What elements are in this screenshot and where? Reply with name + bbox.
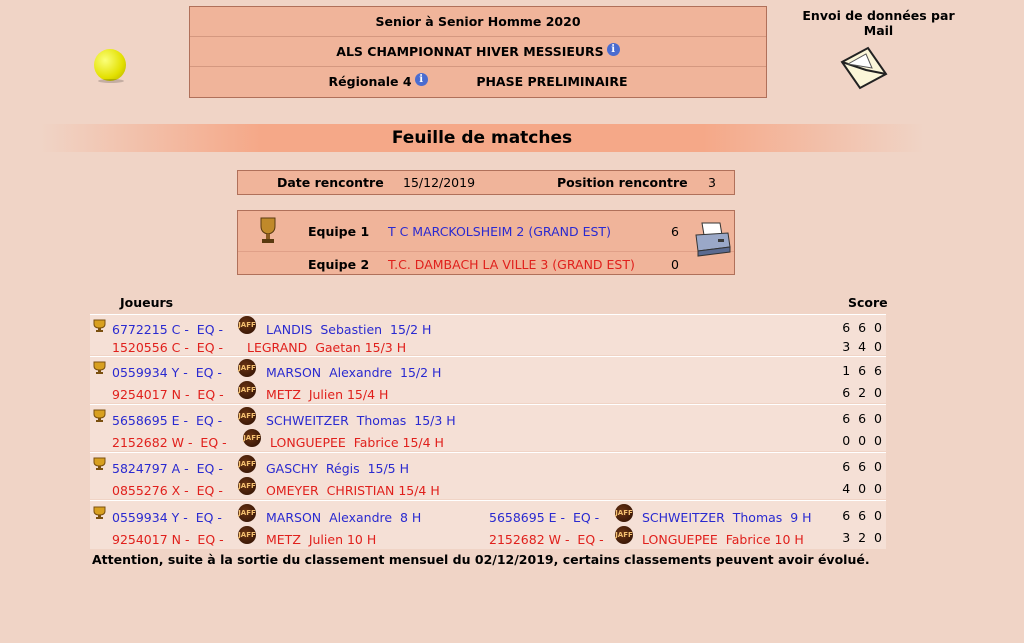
trophy-icon (260, 217, 276, 243)
score-header: Score (848, 295, 888, 310)
winner-license: 5658695 E - EQ - (112, 413, 223, 428)
winner-score: 6 6 0 (842, 508, 884, 523)
trophy-icon (93, 319, 106, 332)
printer-icon[interactable] (694, 221, 732, 257)
category-line: Senior à Senior Homme 2020 (190, 7, 766, 37)
match-row: 5824797 A - EQ - JAFF GASCHY Régis 15/5 … (90, 452, 886, 499)
position-value: 3 (708, 175, 716, 190)
team1-name[interactable]: T C MARCKOLSHEIM 2 (GRAND EST) (388, 224, 611, 239)
loser-license: 9254017 N - EQ - (112, 532, 224, 547)
loser-license: 1520556 C - EQ - (112, 340, 224, 355)
winner-partner-name[interactable]: SCHWEITZER Thomas 9 H (642, 510, 812, 525)
jaff-logo-icon: JAFF (615, 526, 633, 544)
date-value: 15/12/2019 (403, 175, 476, 190)
winner-name[interactable]: MARSON Alexandre 15/2 H (266, 365, 441, 380)
loser-name[interactable]: METZ Julien 10 H (266, 532, 376, 547)
jaff-logo-icon: JAFF (243, 429, 261, 447)
winner-name[interactable]: GASCHY Régis 15/5 H (266, 461, 409, 476)
loser-name[interactable]: METZ Julien 15/4 H (266, 387, 388, 402)
trophy-icon (93, 409, 106, 422)
ranking-warning: Attention, suite à la sortie du classeme… (92, 552, 870, 567)
winner-partner-license: 5658695 E - EQ - (489, 510, 600, 525)
jaff-logo-icon: JAFF (615, 504, 633, 522)
jaff-logo-icon: JAFF (238, 381, 256, 399)
page-title: Feuille de matches (391, 128, 573, 148)
winner-license: 6772215 C - EQ - (112, 322, 224, 337)
divider (238, 251, 734, 252)
jaff-logo-icon: JAFF (238, 477, 256, 495)
loser-partner-license: 2152682 W - EQ - (489, 532, 604, 547)
winner-score: 6 6 0 (842, 320, 884, 335)
position-label: Position rencontre (557, 175, 688, 190)
match-row: 6772215 C - EQ - JAFF LANDIS Sebastien 1… (90, 314, 886, 355)
match-row: 0559934 Y - EQ - JAFF MARSON Alexandre 8… (90, 500, 886, 549)
championship-line: ALS CHAMPIONNAT HIVER MESSIEURS i (190, 37, 766, 67)
team2-score: 0 (671, 257, 679, 272)
phase-name: PHASE PRELIMINAIRE (476, 74, 628, 89)
loser-score: 4 0 0 (842, 481, 884, 496)
trophy-icon (93, 361, 106, 374)
winner-license: 0559934 Y - EQ - (112, 365, 222, 380)
division-line: Régionale 4i PHASE PRELIMINAIRE (190, 67, 766, 96)
winner-score: 6 6 0 (842, 411, 884, 426)
teams-box: Equipe 1 T C MARCKOLSHEIM 2 (GRAND EST) … (237, 210, 735, 275)
info-icon[interactable]: i (414, 73, 428, 86)
loser-score: 3 2 0 (842, 530, 884, 545)
tennis-ball-icon (94, 49, 126, 83)
jaff-logo-icon: JAFF (238, 526, 256, 544)
meeting-info: Date rencontre 15/12/2019 Position renco… (237, 170, 735, 195)
mail-label: Envoi de données par Mail (802, 8, 955, 38)
winner-license: 5824797 A - EQ - (112, 461, 223, 476)
players-header: Joueurs (120, 295, 174, 310)
division-name: Régionale 4 (328, 74, 412, 89)
trophy-icon (93, 506, 106, 519)
loser-score: 0 0 0 (842, 433, 884, 448)
jaff-logo-icon: JAFF (238, 407, 256, 425)
match-row: 0559934 Y - EQ - JAFF MARSON Alexandre 1… (90, 356, 886, 403)
jaff-logo-icon: JAFF (238, 455, 256, 473)
team2-name[interactable]: T.C. DAMBACH LA VILLE 3 (GRAND EST) (388, 257, 635, 272)
team1-label: Equipe 1 (308, 224, 370, 239)
loser-score: 6 2 0 (842, 385, 884, 400)
winner-score: 1 6 6 (842, 363, 884, 378)
winner-name[interactable]: LANDIS Sebastien 15/2 H (266, 322, 431, 337)
winner-score: 6 6 0 (842, 459, 884, 474)
team2-label: Equipe 2 (308, 257, 370, 272)
winner-name[interactable]: SCHWEITZER Thomas 15/3 H (266, 413, 456, 428)
jaff-logo-icon: JAFF (238, 316, 256, 334)
championship-name: ALS CHAMPIONNAT HIVER MESSIEURS (336, 44, 604, 59)
loser-score: 3 4 0 (842, 339, 884, 354)
envelope-icon[interactable] (838, 44, 890, 90)
match-row: 5658695 E - EQ - JAFF SCHWEITZER Thomas … (90, 404, 886, 451)
trophy-icon (93, 457, 106, 470)
team1-score: 6 (671, 224, 679, 239)
loser-license: 0855276 X - EQ - (112, 483, 223, 498)
jaff-logo-icon: JAFF (238, 504, 256, 522)
loser-partner-name[interactable]: LONGUEPEE Fabrice 10 H (642, 532, 804, 547)
winner-name[interactable]: MARSON Alexandre 8 H (266, 510, 421, 525)
loser-name[interactable]: OMEYER CHRISTIAN 15/4 H (266, 483, 440, 498)
competition-header: Senior à Senior Homme 2020 ALS CHAMPIONN… (189, 6, 767, 98)
info-icon[interactable]: i (606, 43, 620, 56)
winner-license: 0559934 Y - EQ - (112, 510, 222, 525)
loser-name[interactable]: LONGUEPEE Fabrice 15/4 H (270, 435, 444, 450)
jaff-logo-icon: JAFF (238, 359, 256, 377)
date-label: Date rencontre (277, 175, 384, 190)
loser-license: 2152682 W - EQ - (112, 435, 227, 450)
loser-license: 9254017 N - EQ - (112, 387, 224, 402)
loser-name[interactable]: LEGRAND Gaetan 15/3 H (247, 340, 406, 355)
